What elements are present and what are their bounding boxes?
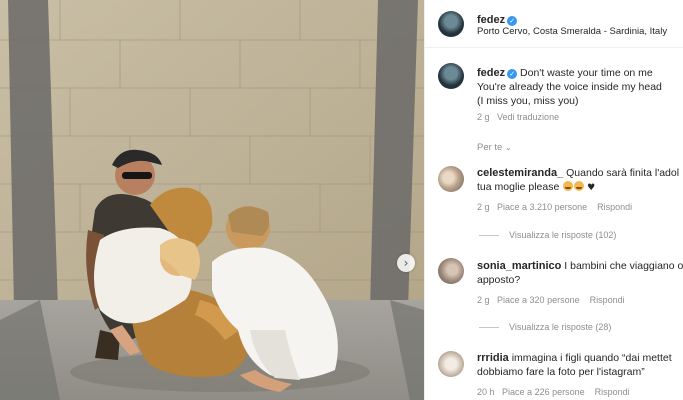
comment-line-1: immagina i figli quando “dai mettet xyxy=(511,352,672,364)
sad-face-emoji-icon xyxy=(563,181,574,191)
comment-username[interactable]: rrridia xyxy=(477,352,509,364)
comment-text: rrridia immagina i figli quando “dai met… xyxy=(477,351,683,379)
comment-time[interactable]: 2 g xyxy=(477,295,490,305)
heart-icon: ♥ xyxy=(587,183,596,193)
comment-line-2: dobbiamo fare la foto per l'istagram” xyxy=(477,366,645,378)
verified-badge-icon: ✓ xyxy=(507,16,518,26)
comment-line-1: I bambini che viaggiano o xyxy=(564,260,683,272)
verified-badge-icon: ✓ xyxy=(507,69,518,79)
comment-likes[interactable]: Piace a 320 persone xyxy=(497,295,580,305)
see-translation-button[interactable]: Vedi traduzione xyxy=(497,112,559,122)
replies-divider xyxy=(479,235,499,237)
for-you-dropdown[interactable]: Per te ⌄ xyxy=(477,142,512,153)
post-photo[interactable]: › xyxy=(0,0,424,400)
caption-line-2: You're already the voice inside my head xyxy=(477,81,662,93)
caption-line-3: (I miss you, miss you) xyxy=(477,95,579,107)
comment-line-2: apposto? xyxy=(477,274,521,286)
comment-avatar[interactable] xyxy=(438,166,464,192)
caption-time[interactable]: 2 g xyxy=(477,112,490,122)
view-replies-label: Visualizza le risposte (28) xyxy=(509,322,612,332)
for-you-label: Per te xyxy=(477,142,503,153)
comment-avatar[interactable] xyxy=(438,351,464,377)
reply-button[interactable]: Rispondi xyxy=(595,387,630,397)
view-replies-button[interactable]: Visualizza le risposte (102) xyxy=(479,230,616,240)
header-username[interactable]: fedez xyxy=(477,14,505,26)
avatar[interactable] xyxy=(438,11,464,37)
post-caption: fedez ✓ Don't waste your time on me You'r… xyxy=(477,66,682,108)
view-replies-label: Visualizza le risposte (102) xyxy=(509,230,617,240)
comment-line-1: Quando sarà finita l'adol xyxy=(566,167,680,179)
post-header: fedez ✓ Porto Cervo, Costa Smeralda - Sar… xyxy=(425,0,683,48)
comment-text: sonia_martinico I bambini che viaggiano … xyxy=(477,259,683,287)
comment-text: celestemiranda_ Quando sarà finita l'ado… xyxy=(477,166,683,195)
caption-username[interactable]: fedez xyxy=(477,67,505,79)
next-photo-button[interactable]: › xyxy=(397,254,415,272)
reply-button[interactable]: Rispondi xyxy=(597,202,632,212)
comment-time[interactable]: 20 h xyxy=(477,387,495,397)
reply-button[interactable]: Rispondi xyxy=(590,295,625,305)
comment-meta: 2 g Piace a 320 persone Rispondi xyxy=(477,295,625,305)
comment-likes[interactable]: Piace a 3.210 persone xyxy=(497,202,587,212)
sad-face-emoji-icon xyxy=(574,181,585,191)
comment-username[interactable]: celestemiranda_ xyxy=(477,167,563,179)
comment-avatar[interactable] xyxy=(438,258,464,284)
chevron-down-icon: ⌄ xyxy=(505,143,512,152)
view-replies-button[interactable]: Visualizza le risposte (28) xyxy=(479,322,611,332)
comment-time[interactable]: 2 g xyxy=(477,202,490,212)
chevron-right-icon: › xyxy=(403,256,409,270)
comment-username[interactable]: sonia_martinico xyxy=(477,260,561,272)
comments-panel: fedez ✓ Porto Cervo, Costa Smeralda - Sar… xyxy=(424,0,683,400)
caption-meta: 2 g Vedi traduzione xyxy=(477,112,559,122)
comment-likes[interactable]: Piace a 226 persone xyxy=(502,387,585,397)
comment-meta: 2 g Piace a 3.210 persone Rispondi xyxy=(477,202,632,212)
caption-line-1: Don't waste your time on me xyxy=(520,67,653,79)
caption-avatar[interactable] xyxy=(438,63,464,89)
comment-meta: 20 h Piace a 226 persone Rispondi xyxy=(477,387,630,397)
replies-divider xyxy=(479,327,499,329)
comment-line-2: tua moglie please xyxy=(477,181,560,193)
family-photo-image xyxy=(0,0,424,400)
post-location[interactable]: Porto Cervo, Costa Smeralda - Sardinia, … xyxy=(477,26,667,37)
